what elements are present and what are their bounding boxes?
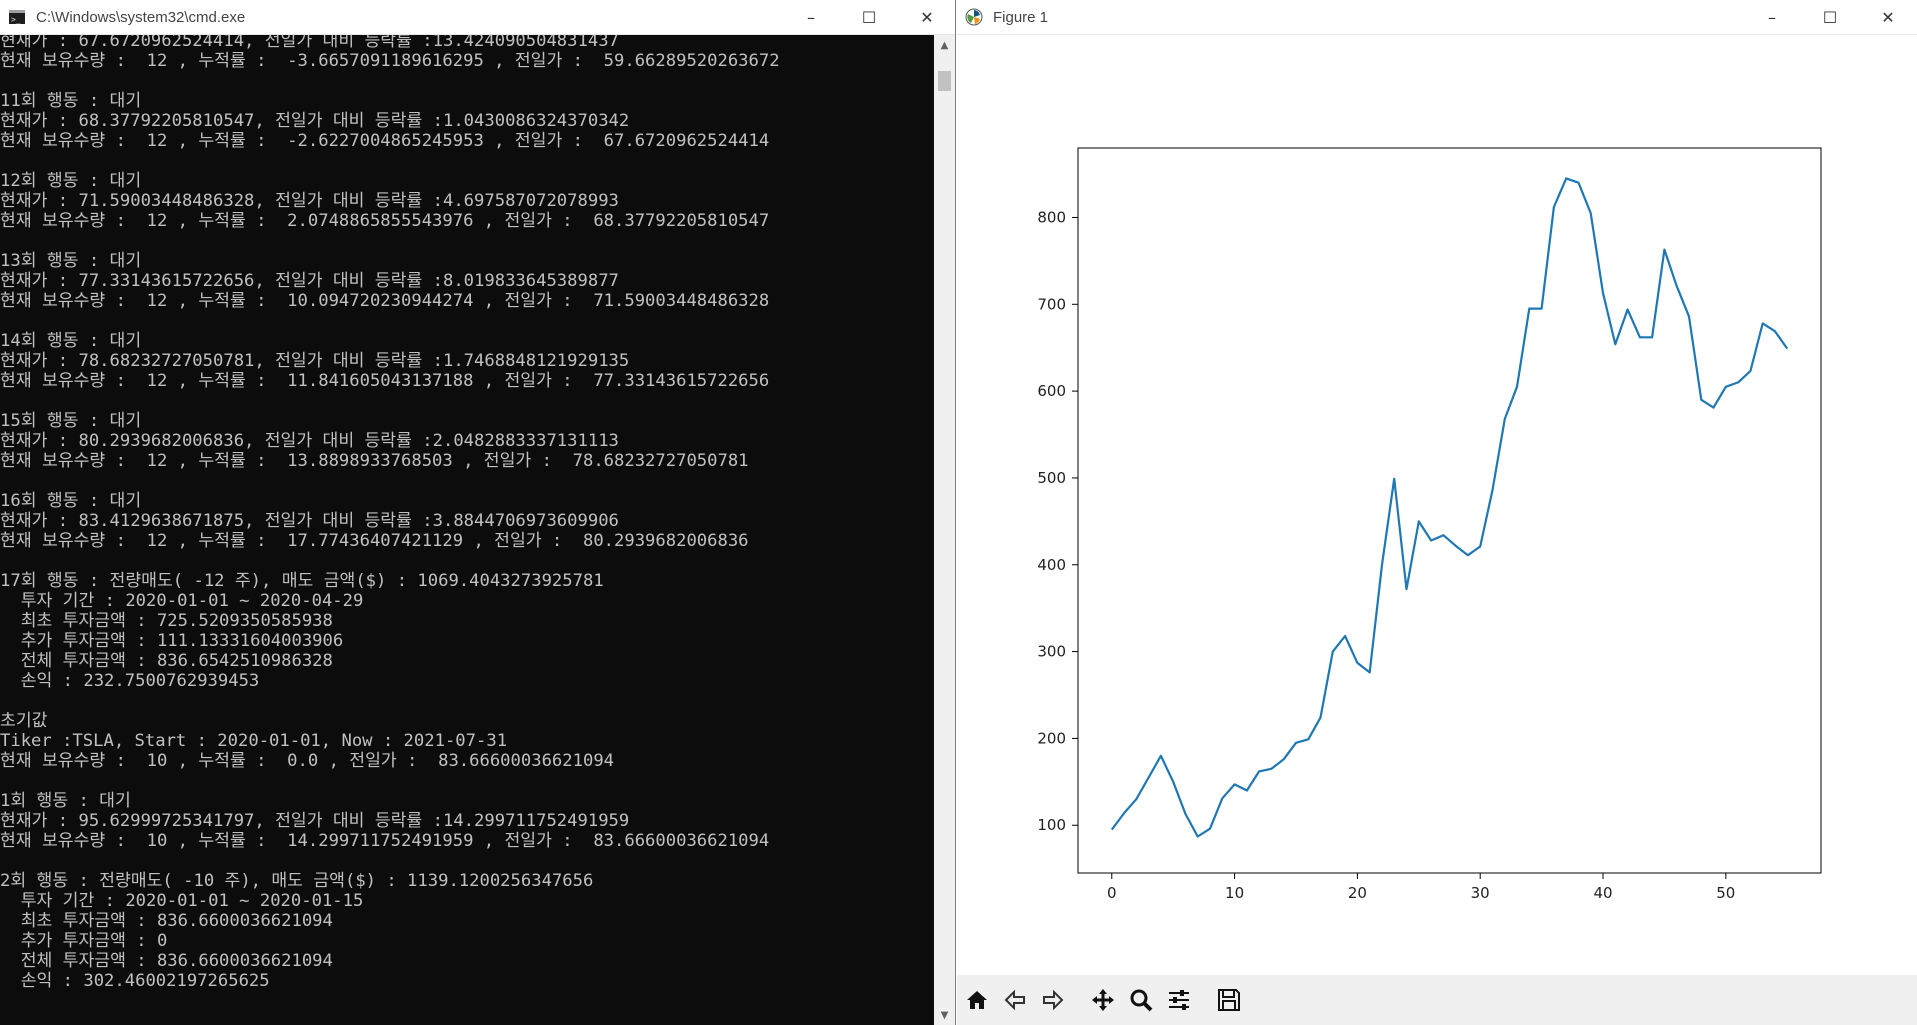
console-line: 현재 보유수량 : 12 , 누적률 : 17.77436407421129 ,… xyxy=(0,531,749,551)
configure-subplots-button[interactable] xyxy=(1161,982,1197,1018)
console-line: 17회 행동 : 전량매도( -12 주), 매도 금액($) : 1069.4… xyxy=(0,571,604,591)
console-line: 투자 기간 : 2020-01-01 ~ 2020-04-29 xyxy=(0,591,364,611)
figure-window: Figure 1 – ☐ ✕ 0 10 20 30 40 50 100 200 300 400 50… xyxy=(957,0,1917,1025)
scroll-up-icon[interactable]: ▲ xyxy=(934,35,955,55)
x-tick-label: 10 xyxy=(1225,884,1244,902)
console-line: 전체 투자금액 : 836.6542510986328 xyxy=(0,651,333,671)
console-line: 현재 보유수량 : 12 , 누적률 : 11.841605043137188 … xyxy=(0,371,770,391)
y-tick-label: 400 xyxy=(1037,556,1066,574)
forward-arrow-icon xyxy=(1043,989,1064,1011)
pan-icon xyxy=(1092,989,1114,1011)
x-tick-label: 40 xyxy=(1593,884,1612,902)
console-line: 현재가 : 68.37792205810547, 전일가 대비 등락률 :1.0… xyxy=(0,111,630,131)
console-line: 2회 행동 : 전량매도( -10 주), 매도 금액($) : 1139.12… xyxy=(0,871,594,891)
console-line: 1회 행동 : 대기 xyxy=(0,791,131,811)
console-output[interactable]: 현재가 : 67.6720962524414, 전일가 대비 등락률 :13.4… xyxy=(0,35,935,1025)
pan-button[interactable] xyxy=(1085,982,1121,1018)
maximize-icon: ☐ xyxy=(1822,8,1838,27)
console-line: 초기값 xyxy=(0,711,48,731)
save-icon xyxy=(1218,989,1240,1011)
console-line: 현재가 : 83.4129638671875, 전일가 대비 등락률 :3.88… xyxy=(0,511,619,531)
console-line: 최초 투자금액 : 725.5209350585938 xyxy=(0,611,333,631)
console-line: 추가 투자금액 : 0 xyxy=(0,931,168,951)
console-line: 현재가 : 95.62999725341797, 전일가 대비 등락률 :14.… xyxy=(0,811,630,831)
console-line: 현재 보유수량 : 12 , 누적률 : 10.094720230944274 … xyxy=(0,291,770,311)
console-line: Tiker :TSLA, Start : 2020-01-01, Now : 2… xyxy=(0,731,508,751)
console-line: 현재가 : 67.6720962524414, 전일가 대비 등락률 :13.4… xyxy=(0,35,619,51)
y-tick-label: 200 xyxy=(1037,729,1066,747)
y-tick-label: 800 xyxy=(1037,208,1066,226)
figure-toolbar xyxy=(957,975,1917,1025)
figure-titlebar[interactable]: Figure 1 – ☐ ✕ xyxy=(957,0,1917,35)
configure-subplots-icon xyxy=(1169,990,1189,1010)
console-line: 현재 보유수량 : 12 , 누적률 : 2.0748865855543976 … xyxy=(0,211,770,231)
console-line: 14회 행동 : 대기 xyxy=(0,331,142,351)
y-tick-label: 600 xyxy=(1037,382,1066,400)
cmd-window-controls: – ☐ ✕ xyxy=(782,0,955,35)
close-button[interactable]: ✕ xyxy=(1859,0,1917,35)
console-scrollbar[interactable]: ▲ ▼ xyxy=(934,35,955,1025)
cmd-titlebar[interactable]: >_ C:\Windows\system32\cmd.exe – ☐ ✕ xyxy=(0,0,955,35)
back-arrow-icon xyxy=(1004,989,1025,1011)
svg-text:>_: >_ xyxy=(11,15,21,24)
x-tick-label: 20 xyxy=(1348,884,1367,902)
matplotlib-logo-icon xyxy=(965,8,983,26)
y-tick-label: 300 xyxy=(1037,643,1066,661)
minimize-icon: – xyxy=(807,8,815,27)
console-text: 현재가 : 67.6720962524414, 전일가 대비 등락률 :13.4… xyxy=(0,35,780,991)
home-button[interactable] xyxy=(959,982,995,1018)
console-line: 현재가 : 80.2939682006836, 전일가 대비 등락률 :2.04… xyxy=(0,431,619,451)
console-line: 11회 행동 : 대기 xyxy=(0,91,142,111)
minimize-icon: – xyxy=(1768,8,1776,27)
y-tick-label: 500 xyxy=(1037,469,1066,487)
cmd-window: >_ C:\Windows\system32\cmd.exe – ☐ ✕ 현재가… xyxy=(0,0,956,1025)
console-line: 현재 보유수량 : 12 , 누적률 : 13.8898933768503 , … xyxy=(0,451,749,471)
console-line: 손익 : 302.46002197265625 xyxy=(0,971,270,991)
console-line: 최초 투자금액 : 836.6600036621094 xyxy=(0,911,333,931)
y-tick-label: 100 xyxy=(1037,816,1066,834)
console-icon: >_ xyxy=(8,8,26,26)
console-line: 현재가 : 78.68232727050781, 전일가 대비 등락률 :1.7… xyxy=(0,351,630,371)
console-line: 현재가 : 77.33143615722656, 전일가 대비 등락률 :8.0… xyxy=(0,271,619,291)
plot-canvas[interactable]: 0 10 20 30 40 50 100 200 300 400 500 600 700 800 xyxy=(957,35,1917,975)
console-line: 손익 : 232.7500762939453 xyxy=(0,671,260,691)
minimize-button[interactable]: – xyxy=(782,0,840,35)
console-line: 13회 행동 : 대기 xyxy=(0,251,142,271)
maximize-button[interactable]: ☐ xyxy=(840,0,898,35)
minimize-button[interactable]: – xyxy=(1743,0,1801,35)
console-line: 투자 기간 : 2020-01-01 ~ 2020-01-15 xyxy=(0,891,364,911)
close-button[interactable]: ✕ xyxy=(898,0,955,35)
figure-title: Figure 1 xyxy=(993,8,1049,26)
zoom-button[interactable] xyxy=(1123,982,1159,1018)
scroll-thumb[interactable] xyxy=(938,71,951,91)
line-chart: 0 10 20 30 40 50 100 200 300 400 500 600 700 800 xyxy=(1037,147,1822,902)
forward-button[interactable] xyxy=(1035,982,1071,1018)
close-icon: ✕ xyxy=(1881,8,1895,27)
figure-window-controls: – ☐ ✕ xyxy=(1743,0,1917,35)
maximize-button[interactable]: ☐ xyxy=(1801,0,1859,35)
close-icon: ✕ xyxy=(920,8,934,27)
console-line: 16회 행동 : 대기 xyxy=(0,491,142,511)
home-icon xyxy=(967,991,987,1009)
console-line: 추가 투자금액 : 111.13331604003906 xyxy=(0,631,344,651)
console-line: 현재가 : 71.59003448486328, 전일가 대비 등락률 :4.6… xyxy=(0,191,619,211)
y-tick-label: 700 xyxy=(1037,295,1066,313)
x-tick-label: 30 xyxy=(1471,884,1490,902)
console-line: 현재 보유수량 : 12 , 누적률 : -3.6657091189616295… xyxy=(0,51,780,71)
cmd-title: C:\Windows\system32\cmd.exe xyxy=(36,8,246,26)
console-line: 현재 보유수량 : 10 , 누적률 : 0.0 , 전일가 : 83.6660… xyxy=(0,751,615,771)
console-line: 15회 행동 : 대기 xyxy=(0,411,142,431)
scroll-down-icon[interactable]: ▼ xyxy=(934,1005,955,1025)
console-line: 현재 보유수량 : 12 , 누적률 : -2.6227004865245953… xyxy=(0,131,770,151)
console-line: 현재 보유수량 : 10 , 누적률 : 14.299711752491959 … xyxy=(0,831,770,851)
console-line: 12회 행동 : 대기 xyxy=(0,171,142,191)
back-button[interactable] xyxy=(997,982,1033,1018)
zoom-icon xyxy=(1130,989,1153,1012)
console-line: 전체 투자금액 : 836.6600036621094 xyxy=(0,951,333,971)
axes-frame xyxy=(1077,147,1822,874)
save-button[interactable] xyxy=(1211,982,1247,1018)
maximize-icon: ☐ xyxy=(861,8,877,27)
x-tick-label: 50 xyxy=(1716,884,1735,902)
x-tick-label: 0 xyxy=(1107,884,1117,902)
